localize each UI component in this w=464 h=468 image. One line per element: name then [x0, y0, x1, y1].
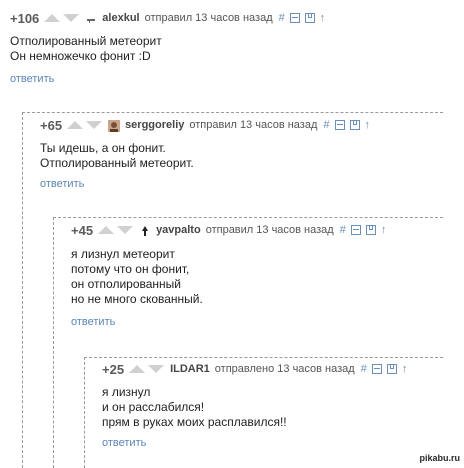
go-up-icon[interactable]: ↑	[365, 119, 371, 131]
go-up-icon[interactable]: ↑	[381, 224, 387, 236]
comment-timestamp: отправил 13 часов назад	[189, 119, 318, 131]
comment-rating: +106	[10, 10, 40, 26]
comment-author[interactable]: serggoreliy	[125, 119, 184, 131]
save-icon[interactable]	[304, 13, 315, 23]
comment-line: и он расслабился!	[102, 400, 205, 414]
collapse-icon[interactable]	[350, 225, 361, 235]
reply-link[interactable]: ответить	[10, 73, 54, 85]
comment-author[interactable]: alexkul	[102, 12, 139, 24]
comment-line: потому что он фонит,	[71, 262, 190, 276]
comment-timestamp: отправил 13 часов назад	[144, 12, 273, 24]
downvote-arrow-icon[interactable]	[63, 14, 80, 22]
save-icon[interactable]	[386, 364, 397, 374]
reply-link[interactable]: ответить	[102, 437, 146, 449]
comment-author[interactable]: ILDAR1	[170, 363, 210, 375]
avatar	[85, 12, 97, 24]
comment-header: +65 serggoreliy отправил 13 часов назад …	[40, 117, 370, 133]
go-up-icon[interactable]: ↑	[402, 363, 408, 375]
avatar	[139, 224, 151, 236]
collapse-icon[interactable]	[371, 364, 382, 374]
comment-rating: +65	[40, 117, 63, 133]
upvote-arrow-icon[interactable]	[67, 121, 84, 129]
comment-line: но не много скованный.	[71, 292, 203, 306]
upvote-arrow-icon[interactable]	[129, 365, 146, 373]
save-icon[interactable]	[349, 120, 360, 130]
go-up-icon[interactable]: ↑	[320, 12, 326, 24]
comment-tools: # ↑	[361, 363, 408, 375]
reply-link[interactable]: ответить	[40, 178, 84, 190]
comment-author[interactable]: yavpalto	[156, 224, 201, 236]
collapse-icon[interactable]	[289, 13, 300, 23]
comment-line: я лизнул	[102, 385, 151, 399]
comment-line: он отполированный	[71, 277, 181, 291]
watermark: pikabu.ru	[419, 453, 460, 463]
comment-text: я лизнул и он расслабился! прям в руках …	[102, 385, 422, 430]
comment-header: +45 yavpalto отправил 13 часов назад # ↑	[71, 222, 386, 238]
comment-timestamp: отправил 13 часов назад	[205, 224, 334, 236]
comment-tools: # ↑	[323, 119, 370, 131]
comment-text: Отполированный метеорит Он немножечко фо…	[10, 34, 330, 64]
reply-link[interactable]: ответить	[71, 316, 115, 328]
comment-tools: # ↑	[340, 224, 387, 236]
comment-line: я лизнул метеорит	[71, 247, 175, 261]
downvote-arrow-icon[interactable]	[86, 121, 103, 129]
comment-line: Отполированный метеорит.	[40, 156, 194, 170]
hash-link-icon[interactable]: #	[323, 119, 329, 131]
hash-link-icon[interactable]: #	[279, 12, 285, 24]
comment-header: +25 ILDAR1 отправлено 13 часов назад # ↑	[102, 361, 407, 377]
comment-line: Он немножечко фонит :D	[10, 49, 151, 63]
comment-rating: +25	[102, 361, 125, 377]
comment-rating: +45	[71, 222, 94, 238]
hash-link-icon[interactable]: #	[340, 224, 346, 236]
comment-text: я лизнул метеорит потому что он фонит, о…	[71, 247, 391, 307]
downvote-arrow-icon[interactable]	[148, 365, 165, 373]
comment-header: +106 alexkul отправил 13 часов назад # ↑	[10, 10, 325, 26]
avatar	[108, 119, 121, 132]
upvote-arrow-icon[interactable]	[98, 226, 115, 234]
comment-tools: # ↑	[279, 12, 326, 24]
comment-line: Отполированный метеорит	[10, 34, 162, 48]
hash-link-icon[interactable]: #	[361, 363, 367, 375]
collapse-icon[interactable]	[334, 120, 345, 130]
upvote-arrow-icon[interactable]	[44, 14, 61, 22]
comment-line: прям в руках моих расплавился!!	[102, 415, 287, 429]
downvote-arrow-icon[interactable]	[117, 226, 134, 234]
comment-text: Ты идешь, а он фонит. Отполированный мет…	[40, 141, 360, 171]
comment-line: Ты идешь, а он фонит.	[40, 141, 166, 155]
save-icon[interactable]	[365, 225, 376, 235]
comment-timestamp: отправлено 13 часов назад	[214, 363, 355, 375]
